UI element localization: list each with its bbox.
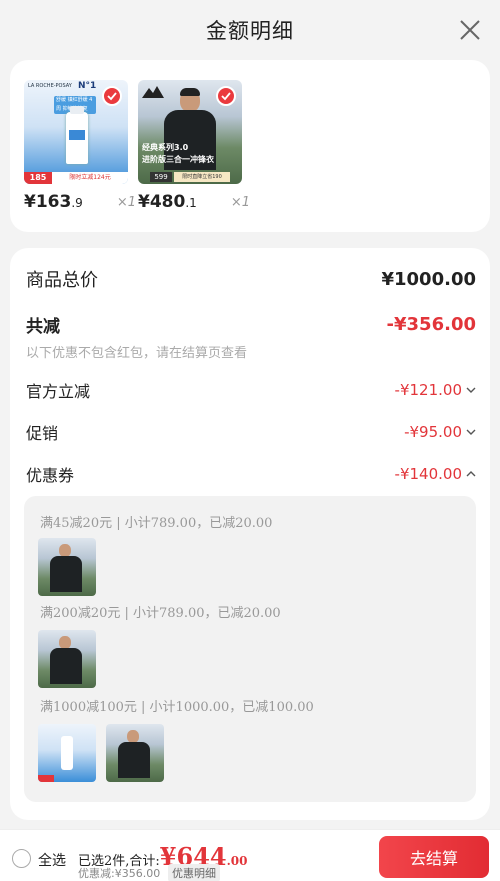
promo-strip: 限时立减124元 [52,172,128,184]
jacket-body [50,556,82,592]
coupon-product-jacket [106,724,164,782]
total-price-row: 商品总价 ¥1000.00 [26,266,476,292]
promotion-row[interactable]: 促销 -¥95.00 [26,420,476,444]
select-all-label[interactable]: 全选 [38,850,66,870]
product-name-overlay: 进阶版三合一冲锋衣 [142,155,214,164]
product-item[interactable]: LA ROCHE-POSAY N°1 舒缓 镇红舒缓 4周 抑敏修护复 185 … [24,80,136,212]
promo-strip: 限时直降立省190 [174,172,230,182]
official-discount-row[interactable]: 官方立减 -¥121.00 [26,378,476,402]
product-price-row: ¥480.1 ×1 [138,192,250,212]
checkout-button[interactable]: 去结算 [379,836,489,878]
price-badge: 599 [150,172,172,182]
coupon-product-sunscreen [38,724,96,782]
brand-badge: N°1 [78,81,97,91]
promotion-value: -¥95.00 [404,423,462,441]
checked-icon[interactable] [102,86,122,106]
selected-products-card: LA ROCHE-POSAY N°1 舒缓 镇红舒缓 4周 抑敏修护复 185 … [10,60,490,232]
model-hair [180,88,200,96]
discount-note: 以下优惠不包含红包，请在结算页查看 [26,346,248,361]
total-price-label: 商品总价 [26,270,98,291]
coupon-label: 优惠券 [26,466,75,485]
coupon-value: -¥140.00 [394,465,462,483]
bottle-label [69,130,85,140]
price-details-card: 商品总价 ¥1000.00 共减 -¥356.00 以下优惠不包含红包，请在结算… [10,248,490,820]
product-line: 经典系列3.0 [142,143,189,152]
product-image-jacket[interactable]: 经典系列3.0 进阶版三合一冲锋衣 599 限时直降立省190 [138,80,242,184]
product-item[interactable]: 经典系列3.0 进阶版三合一冲锋衣 599 限时直降立省190 ¥480.1 ×… [138,80,250,212]
chevron-up-icon[interactable] [466,470,476,478]
jacket-body [50,648,82,684]
jacket-body [118,742,150,778]
coupon-breakdown: 满45减20元 | 小计789.00，已减20.00 满200减20元 | 小计… [24,496,476,802]
discount-detail-link[interactable]: 优惠明细 [168,864,220,881]
product-image-sunscreen[interactable]: LA ROCHE-POSAY N°1 舒缓 镇红舒缓 4周 抑敏修护复 185 … [24,80,128,184]
mountain-logo-icon [142,84,164,98]
official-discount-value: -¥121.00 [394,381,462,399]
product-quantity: ×1 [230,195,250,210]
discount-label: 共减 [26,317,60,337]
official-discount-label: 官方立减 [26,382,91,401]
coupon-product-jacket [38,630,96,688]
brand-label: LA ROCHE-POSAY [28,83,72,89]
checked-icon[interactable] [216,86,236,106]
product-price-row: ¥163.9 ×1 [24,192,136,212]
coupon-line: 满1000减100元 | 小计1000.00，已减100.00 [40,700,314,715]
page-title: 金额明细 [206,19,294,43]
bottle [61,736,73,770]
official-discount-value-group: -¥121.00 [395,381,476,399]
checkout-bar: 全选 已选2件,合计:¥644.00 优惠减:¥356.00 优惠明细 去结算 [0,829,500,881]
header: 金额明细 [0,0,500,60]
chevron-down-icon[interactable] [466,428,476,436]
price-badge: 185 [24,172,52,184]
chevron-down-icon[interactable] [466,386,476,394]
discount-row: 共减 -¥356.00 [26,312,476,337]
coupon-line: 满200减20元 | 小计789.00，已减20.00 [40,606,281,621]
select-all-radio[interactable] [12,849,31,868]
promotion-value-group: -¥95.00 [404,423,476,441]
coupon-product-jacket [38,538,96,596]
bottle-cap [70,106,84,114]
total-price-value: ¥1000.00 [381,268,476,290]
price-badge [38,775,54,782]
close-icon[interactable] [458,18,482,42]
product-price: ¥480.1 [138,192,197,212]
coupon-row[interactable]: 优惠券 -¥140.00 [26,462,476,486]
product-quantity: ×1 [116,195,136,210]
discount-value: -¥356.00 [386,314,476,335]
coupon-line: 满45减20元 | 小计789.00，已减20.00 [40,516,273,531]
product-price: ¥163.9 [24,192,83,212]
promotion-label: 促销 [26,424,59,443]
coupon-value-group: -¥140.00 [395,465,476,483]
checkout-discount: 优惠减:¥356.00 [78,867,161,880]
